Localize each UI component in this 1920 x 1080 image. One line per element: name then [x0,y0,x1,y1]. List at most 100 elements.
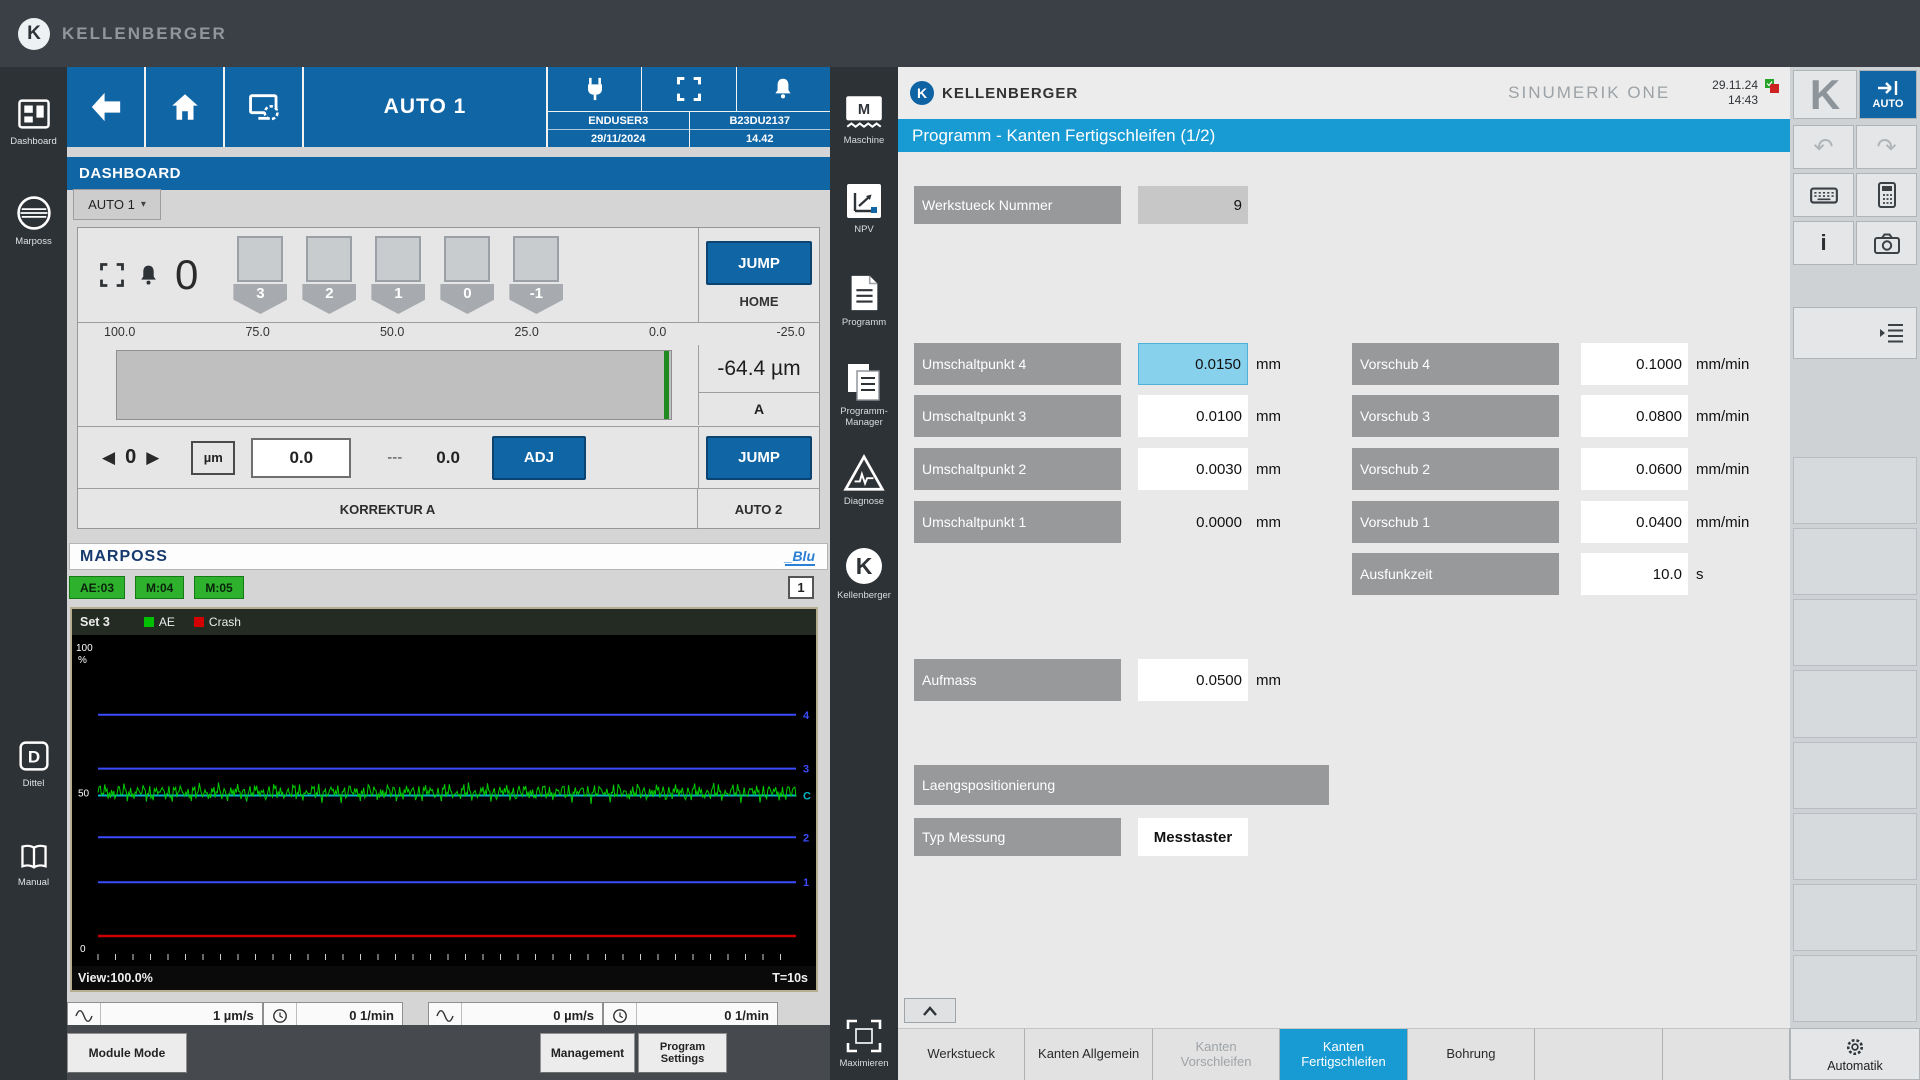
umschaltpunkt3-field[interactable]: 0.0100 [1138,395,1248,437]
nav-diagnose[interactable]: Diagnose [830,453,898,508]
vorschub1-field[interactable]: 0.0400 [1581,501,1688,543]
automatik-key[interactable]: Automatik [1790,1028,1920,1080]
brand-title: KELLENBERGER [62,24,227,44]
nav-programm-manager[interactable]: Programm-Manager [830,361,898,429]
redo-key[interactable]: ↷ [1856,125,1917,169]
tick-label: 100.0 [104,325,135,339]
page-selector[interactable]: 1 [788,576,814,599]
home-button[interactable] [146,67,223,147]
sidebar-item-manual[interactable]: Manual [0,842,67,888]
softkey-empty[interactable] [1793,599,1917,666]
vorschub3-field[interactable]: 0.0800 [1581,395,1688,437]
program-settings-button[interactable] [225,67,302,147]
work-offset-icon [830,181,898,221]
kellenberger-logo-icon: K [910,81,934,105]
softkey-kanten-allgemein[interactable]: Kanten Allgemein [1025,1028,1152,1080]
info-key[interactable]: i [1793,221,1854,265]
connect-button[interactable] [548,67,641,111]
scale-ticks: 100.0 75.0 50.0 25.0 0.0 -25.0 [78,325,819,339]
sinumerik-nav-rail: M Maschine NPV Programm Programm-Manager [830,67,898,1080]
tab-m05[interactable]: M:05 [194,576,243,599]
step-value: 0 [125,446,136,469]
program-settings-button2[interactable]: Program Settings [638,1033,727,1073]
softkey-empty[interactable] [1793,457,1917,524]
unit-selector[interactable]: µm [191,441,235,475]
fullscreen-button[interactable] [642,67,735,111]
nav-programm[interactable]: Programm [830,272,898,329]
nav-maximieren[interactable]: Maximieren [830,1017,898,1070]
adj-button[interactable]: ADJ [492,436,586,480]
softkey-werkstueck[interactable]: Werkstueck [898,1028,1025,1080]
separator-dashes: --- [387,449,402,466]
channel-menu-key[interactable] [1793,307,1917,359]
vorschub4-field[interactable]: 0.1000 [1581,343,1688,385]
softkey-empty[interactable] [1793,670,1917,737]
softkey-bohrung[interactable]: Bohrung [1408,1028,1535,1080]
vorschub2-field[interactable]: 0.0600 [1581,448,1688,490]
chevron-up-icon [922,1005,938,1017]
nav-npv[interactable]: NPV [830,181,898,236]
tick-label: 50.0 [380,325,404,339]
correction-input[interactable]: 0.0 [251,438,351,478]
softkey-empty[interactable] [1793,813,1917,880]
softkey-empty[interactable] [1793,528,1917,595]
svg-text:C: C [803,791,811,803]
calculator-key[interactable] [1856,173,1917,217]
nav-maschine[interactable]: M Maschine [830,92,898,147]
jump-auto2-button[interactable]: JUMP [706,436,812,480]
alarm-bell-icon[interactable] [136,263,161,288]
step-decrease-button[interactable]: ◀ [102,448,115,468]
maximize-icon [830,1017,898,1055]
document-icon [830,272,898,314]
softkey-empty[interactable] [1793,742,1917,809]
nav-label: Diagnose [830,497,898,508]
werkstueck-number-field[interactable]: 9 [1138,186,1248,224]
tool-slot[interactable]: 1 [370,236,426,314]
typ-messung-field[interactable]: Messtaster [1138,818,1248,856]
mode-display[interactable]: AUTO 1 [304,67,546,147]
dashboard-mode-tab[interactable]: AUTO 1 ▾ [73,189,161,220]
softkey-empty[interactable] [1793,955,1917,1022]
tool-slot[interactable]: 3 [232,236,288,314]
module-mode-button[interactable]: Module Mode [67,1033,187,1073]
umschaltpunkt4-field[interactable]: 0.0150 [1138,343,1248,385]
unit-label: mm [1256,448,1281,490]
alarm-button[interactable] [737,67,830,111]
nav-kellenberger[interactable]: K Kellenberger [830,545,898,602]
collapse-button[interactable] [904,998,956,1023]
softkey-empty[interactable] [1663,1028,1790,1080]
tab-m04[interactable]: M:04 [135,576,184,599]
softkey-kanten-vorschleifen[interactable]: Kanten Vorschleifen [1153,1028,1280,1080]
axis-meter-panel: 0 3 2 1 0 -1 JUMP HOME 100.0 [77,227,820,529]
ausfunkzeit-field[interactable]: 10.0 [1581,553,1688,595]
tool-slot[interactable]: 2 [301,236,357,314]
expand-corners-icon[interactable] [98,261,126,289]
svg-text:1: 1 [803,877,809,889]
kellenberger-key[interactable]: K [1793,70,1857,119]
undo-key[interactable]: ↶ [1793,125,1854,169]
dashboard-panel: AUTO 1 [67,67,830,1080]
sinumerik-panel: K KELLENBERGER SINUMERIK ONE 29.11.24 14… [898,67,1790,1028]
sidebar-item-marposs[interactable]: Marposs [0,195,67,247]
tool-slot[interactable]: 0 [439,236,495,314]
umschaltpunkt2-field[interactable]: 0.0030 [1138,448,1248,490]
screenshot-key[interactable] [1856,221,1917,265]
softkey-empty[interactable] [1535,1028,1662,1080]
sidebar-item-dittel[interactable]: D Dittel [0,739,67,789]
tab-ae03[interactable]: AE:03 [69,576,125,599]
param-row: Ausfunkzeit 10.0 s [1352,553,1704,595]
info-icon: i [1820,230,1826,256]
sidebar-item-dashboard[interactable]: Dashboard [0,97,67,147]
aufmass-field[interactable]: 0.0500 [1138,659,1248,701]
jump-home-button[interactable]: JUMP [706,241,812,285]
softkey-empty[interactable] [1793,884,1917,951]
step-increase-button[interactable]: ▶ [146,448,159,468]
auto-mode-key[interactable]: AUTO [1859,70,1917,119]
softkey-kanten-fertigschleifen[interactable]: Kanten Fertigschleifen [1280,1028,1407,1080]
umschaltpunkt1-field[interactable]: 0.0000 [1138,501,1248,543]
legend-ae-swatch [144,617,154,627]
back-button[interactable] [67,67,144,147]
keyboard-key[interactable] [1793,173,1854,217]
management-button[interactable]: Management [540,1033,635,1073]
tool-slot[interactable]: -1 [508,236,564,314]
